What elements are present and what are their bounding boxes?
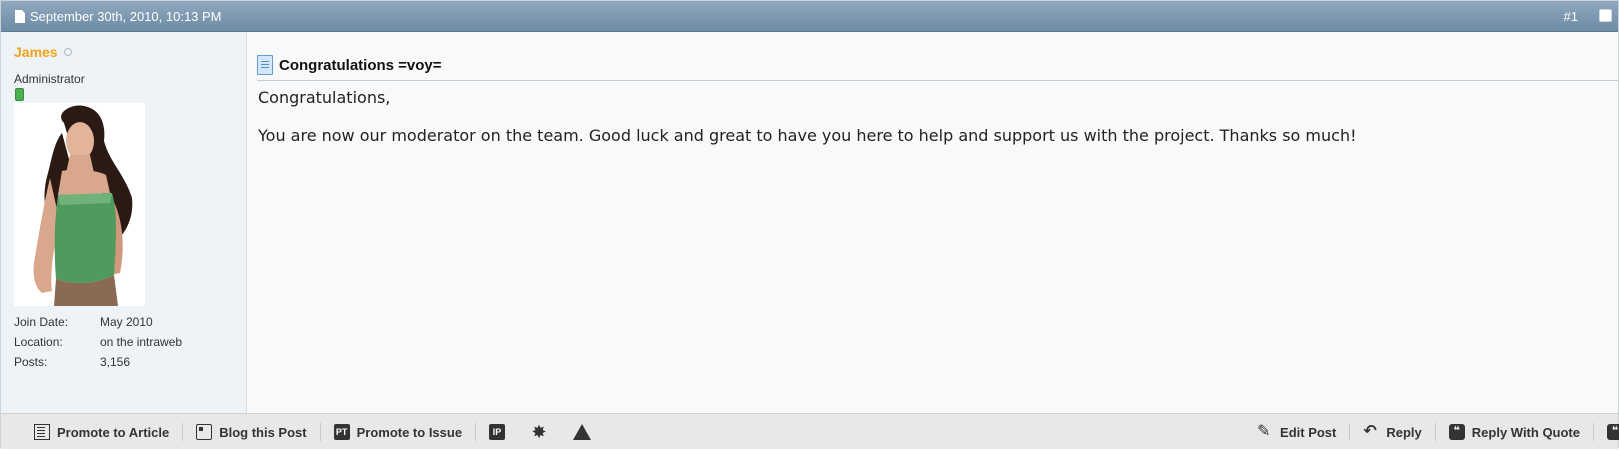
- ip-icon[interactable]: IP: [489, 424, 506, 440]
- stat-label: Location:: [14, 335, 63, 349]
- report-post-button[interactable]: [560, 423, 604, 441]
- document-icon: [15, 10, 25, 23]
- post-header: September 30th, 2010, 10:13 PM #1: [1, 1, 1618, 32]
- post-content: Congratulations =voy= Congratulations, Y…: [247, 32, 1618, 413]
- forum-post: September 30th, 2010, 10:13 PM #1 James …: [0, 0, 1619, 450]
- post-title-row: Congratulations =voy=: [257, 50, 1618, 81]
- blog-icon: [196, 424, 213, 440]
- stat-value: on the intraweb: [100, 335, 183, 349]
- post-number-link[interactable]: #1: [1564, 9, 1578, 24]
- pencil-icon: ✎: [1257, 423, 1271, 440]
- post-document-icon: [257, 55, 273, 75]
- stat-label: Posts:: [14, 355, 48, 369]
- button-label[interactable]: Reply: [1386, 425, 1421, 440]
- button-label[interactable]: Promote to Article: [57, 425, 169, 440]
- message-paragraph: You are now our moderator on the team. G…: [258, 126, 1357, 145]
- stat-value: May 2010: [100, 315, 153, 329]
- issue-icon: PT: [333, 424, 350, 440]
- button-label[interactable]: Reply With Quote: [1472, 425, 1580, 440]
- post-date-text: September 30th, 2010, 10:13 PM: [30, 9, 222, 24]
- multi-quote-button[interactable]: ❝: [1594, 423, 1619, 441]
- reply-button[interactable]: ↶ Reply: [1350, 423, 1436, 441]
- blog-this-post-button[interactable]: Blog this Post: [183, 423, 321, 441]
- stat-location: Location: on the intraweb: [14, 332, 234, 352]
- message-paragraph: Congratulations,: [258, 88, 391, 107]
- button-label[interactable]: Blog this Post: [219, 425, 306, 440]
- footer-left-actions: Promote to Article Blog this Post PT Pro…: [21, 414, 604, 450]
- post-title: Congratulations =voy=: [279, 56, 442, 74]
- view-ip-button[interactable]: IP: [476, 423, 518, 441]
- infraction-star-icon[interactable]: ✸: [531, 423, 547, 441]
- stat-label: Join Date:: [14, 315, 69, 329]
- user-stats: Join Date: May 2010 Location: on the int…: [14, 312, 234, 372]
- avatar[interactable]: [14, 103, 145, 306]
- edit-post-button[interactable]: ✎ Edit Post: [1244, 423, 1351, 441]
- user-info-panel: James Administrator Join Date: May 2010 …: [1, 32, 247, 413]
- stat-value: 3,156: [100, 355, 131, 369]
- button-label[interactable]: Edit Post: [1280, 425, 1336, 440]
- user-title: Administrator: [14, 72, 85, 86]
- promote-to-article-button[interactable]: Promote to Article: [21, 423, 184, 441]
- multi-quote-icon[interactable]: ❝: [1607, 424, 1619, 440]
- reply-icon: ↶: [1363, 423, 1377, 440]
- post-footer: Promote to Article Blog this Post PT Pro…: [1, 413, 1619, 450]
- promote-to-issue-button[interactable]: PT Promote to Issue: [321, 423, 477, 441]
- username-link[interactable]: James: [14, 44, 72, 60]
- reputation-icon: [15, 88, 24, 101]
- reply-with-quote-button[interactable]: ❝ Reply With Quote: [1436, 423, 1594, 441]
- offline-status-icon: [63, 48, 72, 56]
- article-icon: [34, 424, 50, 440]
- username-text[interactable]: James: [14, 44, 58, 60]
- post-select-checkbox[interactable]: [1599, 9, 1612, 22]
- stat-join-date: Join Date: May 2010: [14, 312, 234, 332]
- stat-posts: Posts: 3,156: [14, 352, 234, 372]
- warning-icon[interactable]: [573, 424, 592, 440]
- post-message: Congratulations, You are now our moderat…: [258, 88, 1357, 164]
- infraction-button[interactable]: ✸: [518, 423, 560, 441]
- footer-right-actions: ✎ Edit Post ↶ Reply ❝ Reply With Quote ❝: [1244, 414, 1619, 450]
- post-date: September 30th, 2010, 10:13 PM: [15, 9, 222, 24]
- quote-icon: ❝: [1448, 424, 1465, 440]
- button-label[interactable]: Promote to Issue: [357, 425, 462, 440]
